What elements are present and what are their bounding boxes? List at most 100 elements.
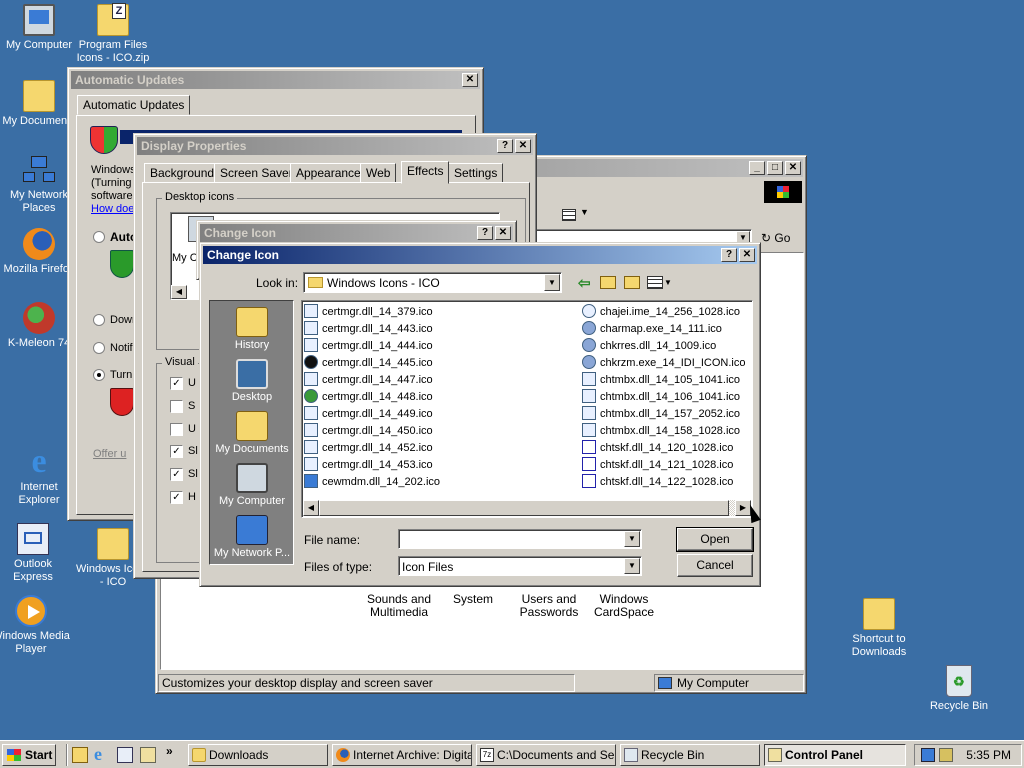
- file-item[interactable]: certmgr.dll_14_444.ico: [304, 338, 433, 355]
- help-button[interactable]: ?: [477, 226, 493, 240]
- network-tray-icon[interactable]: [921, 748, 935, 762]
- close-button[interactable]: ✕: [785, 161, 801, 175]
- up-folder-icon[interactable]: [600, 276, 616, 289]
- internet-explorer-icon[interactable]: e: [94, 744, 102, 765]
- taskbar-button-documents[interactable]: 7z C:\Documents and Se...: [476, 744, 616, 766]
- chevron-down-icon[interactable]: ▼: [544, 274, 560, 291]
- tab-web[interactable]: Web: [360, 163, 397, 183]
- show-desktop-icon[interactable]: [72, 747, 88, 763]
- offer-link[interactable]: Offer u: [93, 448, 126, 460]
- file-item[interactable]: certmgr.dll_14_443.ico: [304, 321, 433, 338]
- file-item[interactable]: certmgr.dll_14_450.ico: [304, 423, 433, 440]
- quick-launch-more-icon[interactable]: »: [166, 744, 173, 758]
- close-button[interactable]: ✕: [515, 139, 531, 153]
- visual-checkbox-4[interactable]: ✓: [170, 445, 183, 458]
- close-button[interactable]: ✕: [495, 226, 511, 240]
- tab-screen-saver[interactable]: Screen Saver: [214, 163, 299, 183]
- files-of-type-select[interactable]: Icon Files ▼: [398, 556, 642, 576]
- place-desktop[interactable]: Desktop: [210, 359, 294, 403]
- file-item[interactable]: chtmbx.dll_14_105_1041.ico: [582, 372, 740, 389]
- file-item[interactable]: chtmbx.dll_14_106_1041.ico: [582, 389, 740, 406]
- scroll-left-icon[interactable]: ◀: [171, 285, 187, 299]
- view-menu-icon[interactable]: [647, 276, 663, 289]
- desktop-icon-program-files-zip[interactable]: Z Program Files Icons - ICO.zip: [74, 3, 152, 65]
- clock[interactable]: 5:35 PM: [966, 748, 1011, 762]
- place-history[interactable]: History: [210, 307, 294, 351]
- file-item[interactable]: certmgr.dll_14_379.ico: [304, 304, 433, 321]
- file-item[interactable]: certmgr.dll_14_452.ico: [304, 440, 433, 457]
- file-item[interactable]: certmgr.dll_14_447.ico: [304, 372, 433, 389]
- radio-automatic[interactable]: [93, 231, 105, 243]
- help-button[interactable]: ?: [497, 139, 513, 153]
- file-item[interactable]: charmap.exe_14_111.ico: [582, 321, 722, 338]
- scroll-thumb[interactable]: [319, 500, 729, 516]
- scroll-left-icon[interactable]: ◀: [303, 500, 319, 516]
- look-in-select[interactable]: Windows Icons - ICO ▼: [303, 272, 562, 293]
- file-item[interactable]: chtmbx.dll_14_158_1028.ico: [582, 423, 740, 440]
- minimize-button[interactable]: _: [749, 161, 765, 175]
- file-item[interactable]: chtmbx.dll_14_157_2052.ico: [582, 406, 740, 423]
- start-button[interactable]: Start: [2, 744, 56, 766]
- outlook-express-icon[interactable]: [117, 747, 133, 763]
- desktop-icon-shortcut-downloads[interactable]: Shortcut to Downloads: [840, 598, 918, 659]
- file-item[interactable]: chtskf.dll_14_122_1028.ico: [582, 474, 733, 491]
- tab-effects[interactable]: Effects: [401, 161, 450, 184]
- place-my-documents[interactable]: My Documents: [210, 411, 294, 455]
- file-item[interactable]: certmgr.dll_14_453.ico: [304, 457, 433, 474]
- close-button[interactable]: ✕: [739, 248, 755, 262]
- chevron-down-icon[interactable]: ▼: [624, 558, 640, 574]
- cancel-button[interactable]: Cancel: [677, 554, 753, 577]
- taskbar-button-internet-archive[interactable]: Internet Archive: Digita...: [332, 744, 472, 766]
- desktop-icon-recycle-bin[interactable]: ♻ Recycle Bin: [920, 665, 998, 713]
- taskbar-button-downloads[interactable]: Downloads: [188, 744, 328, 766]
- close-button[interactable]: ✕: [462, 73, 478, 87]
- file-item[interactable]: chkrzm.exe_14_IDI_ICON.ico: [582, 355, 746, 372]
- radio-turn-off[interactable]: [93, 369, 105, 381]
- help-button[interactable]: ?: [721, 248, 737, 262]
- visual-checkbox-5[interactable]: ✓: [170, 468, 183, 481]
- tab-settings[interactable]: Settings: [448, 163, 504, 183]
- views-icon[interactable]: ▼: [558, 206, 596, 224]
- new-folder-icon[interactable]: [624, 276, 640, 289]
- desktop-icon-my-computer[interactable]: My Computer: [0, 4, 78, 52]
- file-item[interactable]: chtskf.dll_14_121_1028.ico: [582, 457, 733, 474]
- place-my-network[interactable]: My Network P...: [210, 515, 294, 559]
- cpl-users[interactable]: Users and Passwords: [509, 593, 589, 619]
- visual-checkbox-2[interactable]: [170, 400, 183, 413]
- open-button[interactable]: Open: [676, 527, 754, 552]
- file-item[interactable]: chajei.ime_14_256_1028.ico: [582, 304, 740, 321]
- file-item[interactable]: chkrres.dll_14_1009.ico: [582, 338, 716, 355]
- file-item[interactable]: certmgr.dll_14_448.ico: [304, 389, 433, 406]
- visual-checkbox-6[interactable]: ✓: [170, 491, 183, 504]
- tab-appearance[interactable]: Appearance: [290, 163, 367, 183]
- taskbar-button-control-panel[interactable]: Control Panel: [764, 744, 906, 766]
- visual-checkbox-1[interactable]: ✓: [170, 377, 183, 390]
- cpl-system[interactable]: System: [433, 593, 513, 606]
- tab-background[interactable]: Background: [144, 163, 221, 183]
- chevron-down-icon[interactable]: ▼: [664, 278, 672, 287]
- cpl-cardspace[interactable]: Windows CardSpace: [584, 593, 664, 619]
- taskbar-button-recycle-bin[interactable]: Recycle Bin: [620, 744, 760, 766]
- chevron-down-icon[interactable]: ▼: [624, 531, 640, 547]
- quick-launch-icon[interactable]: [140, 747, 156, 763]
- radio-download[interactable]: [93, 314, 105, 326]
- place-my-computer[interactable]: My Computer: [210, 463, 294, 507]
- desktop-icon-outlook-express[interactable]: Outlook Express: [0, 523, 72, 584]
- radio-notify[interactable]: [93, 342, 105, 354]
- file-item[interactable]: certmgr.dll_14_449.ico: [304, 406, 433, 423]
- file-item[interactable]: chtskf.dll_14_120_1028.ico: [582, 440, 733, 457]
- back-arrow-icon[interactable]: ⇦: [578, 274, 591, 292]
- go-button[interactable]: ↻ Go: [761, 229, 803, 248]
- desktop-icon-media-player[interactable]: Windows Media Player: [0, 595, 70, 656]
- horizontal-scrollbar[interactable]: ◀ ▶: [303, 500, 751, 516]
- visual-checkbox-3[interactable]: [170, 423, 183, 436]
- volume-tray-icon[interactable]: [939, 748, 953, 762]
- tab-automatic-updates[interactable]: Automatic Updates: [77, 95, 191, 115]
- file-name-input[interactable]: ▼: [398, 529, 642, 549]
- maximize-button[interactable]: □: [767, 161, 783, 175]
- cpl-sounds[interactable]: Sounds and Multimedia: [359, 593, 439, 619]
- file-list[interactable]: certmgr.dll_14_379.ico certmgr.dll_14_44…: [301, 300, 753, 518]
- file-item[interactable]: cewmdm.dll_14_202.ico: [304, 474, 440, 491]
- how-does-link[interactable]: How doe: [91, 203, 136, 216]
- file-item[interactable]: certmgr.dll_14_445.ico: [304, 355, 433, 372]
